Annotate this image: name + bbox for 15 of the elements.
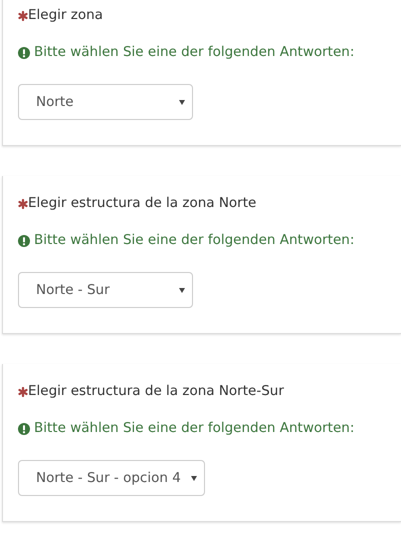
exclamation-circle-icon bbox=[18, 423, 30, 435]
hint-text: Bitte wählen Sie eine der folgenden Antworten: bbox=[34, 46, 354, 60]
hint-text: Bitte wählen Sie eine der folgenden Antworten: bbox=[34, 234, 354, 248]
caret-icon bbox=[179, 100, 185, 104]
dropdown-select[interactable]: Norte bbox=[18, 84, 193, 120]
question-label: Elegir zona bbox=[28, 9, 103, 23]
dropdown-select[interactable]: Norte - Sur - opcion 4 bbox=[18, 460, 205, 496]
dropdown-select[interactable]: Norte - Sur bbox=[18, 272, 193, 308]
exclamation-circle-icon bbox=[18, 235, 30, 247]
question-label: Elegir estructura de la zona Norte bbox=[28, 197, 256, 211]
question-label: Elegir estructura de la zona Norte-Sur bbox=[28, 385, 284, 399]
caret-icon bbox=[179, 288, 185, 292]
caret-icon bbox=[190, 476, 197, 480]
hint-text: Bitte wählen Sie eine der folgenden Antworten: bbox=[34, 422, 354, 436]
exclamation-circle-icon bbox=[18, 47, 30, 59]
